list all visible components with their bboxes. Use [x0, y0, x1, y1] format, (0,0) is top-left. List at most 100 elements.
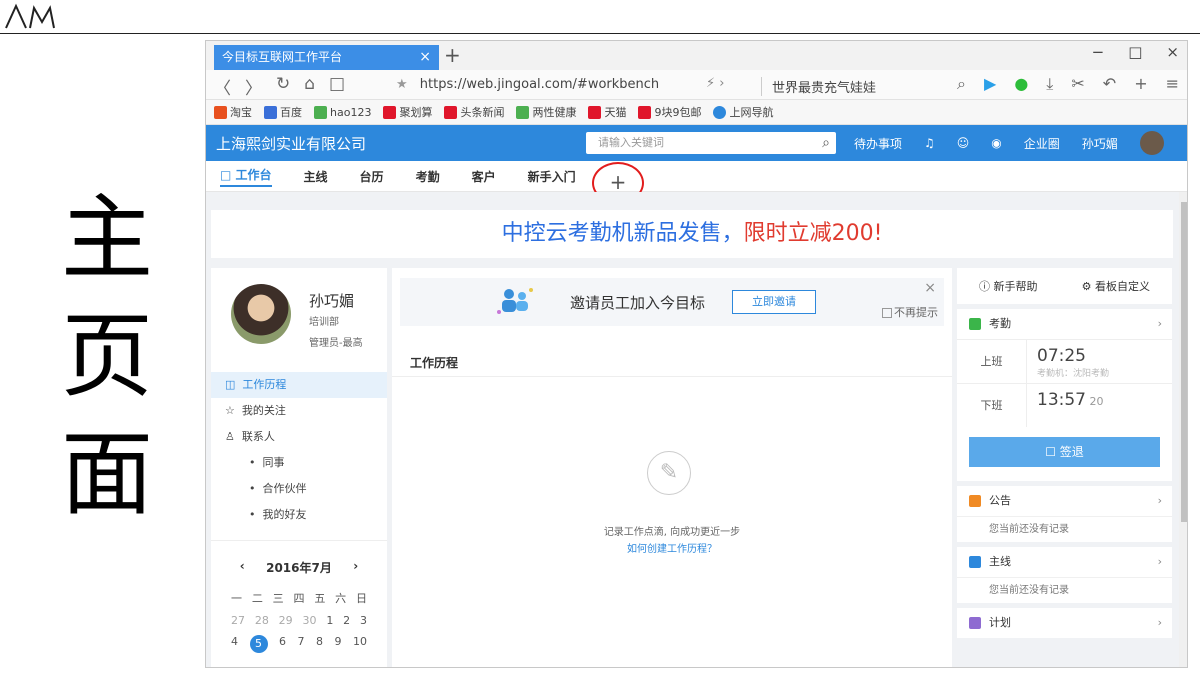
am-logo [5, 3, 55, 29]
scrollbar[interactable] [1179, 192, 1187, 667]
next-month-icon[interactable]: › [353, 559, 358, 576]
help-link[interactable]: ⓘ 新手帮助 [979, 278, 1038, 294]
sign-out-button[interactable]: ☐ 签退 [969, 437, 1160, 467]
dismiss-checkbox[interactable]: 不再提示 [882, 304, 938, 320]
url-field[interactable]: ★ https://web.jingoal.com/#workbench [396, 77, 659, 92]
tab-close-icon[interactable]: × [419, 45, 431, 70]
reload-icon[interactable]: ↻ [276, 74, 290, 99]
bookmark-item[interactable]: 9块9包邮 [638, 104, 701, 120]
chat-icon[interactable]: ● [1014, 74, 1028, 94]
video-icon[interactable]: ▶ [984, 74, 996, 94]
how-to-link[interactable]: 如何创建工作历程？ [392, 540, 952, 555]
calendar-day[interactable]: 7 [298, 635, 305, 653]
calendar-day[interactable]: 10 [353, 635, 367, 653]
reader-icon[interactable]: □ [329, 74, 345, 99]
news-icon[interactable]: ◉ [991, 136, 1001, 150]
bookmark-star-icon[interactable]: ★ [396, 77, 408, 92]
plan-header[interactable]: 计划 › [957, 608, 1172, 638]
calendar-day[interactable]: 3 [360, 614, 367, 627]
tab-calendar[interactable]: 台历 [360, 168, 384, 185]
mainline-header[interactable]: 主线 › [957, 547, 1172, 577]
search-suggestion[interactable]: 世界最贵充气娃娃 [761, 77, 876, 96]
maximize-button[interactable]: □ [1128, 43, 1142, 61]
divider [392, 376, 952, 377]
tab-customers[interactable]: 客户 [472, 168, 496, 185]
calendar-day[interactable]: 28 [255, 614, 269, 627]
speed-icon[interactable]: ⚡ › [706, 76, 724, 91]
profile-name: 孙巧媚 [309, 292, 355, 310]
sidebar-item-friends[interactable]: • 我的好友 [211, 502, 387, 528]
sidebar-item-colleagues[interactable]: • 同事 [211, 450, 387, 476]
search-icon[interactable]: ⌕ [957, 74, 966, 94]
gear-icon: ⚙ [1081, 280, 1092, 293]
side-menu: ◫ 工作历程 ☆ 我的关注 ♙ 联系人 • 同事 • 合作伙伴 • 我的好友 [211, 372, 387, 528]
tab-getting-started[interactable]: 新手入门 [528, 168, 576, 185]
bookmark-item[interactable]: 天猫 [588, 104, 626, 120]
calendar-day[interactable]: 29 [279, 614, 293, 627]
bookmark-item[interactable]: 两性健康 [516, 104, 576, 120]
tab-workbench[interactable]: □ 工作台 [220, 166, 272, 187]
calendar-day[interactable]: 4 [231, 635, 238, 653]
minimize-button[interactable]: − [1092, 43, 1105, 61]
sidebar-item-contacts[interactable]: ♙ 联系人 [211, 424, 387, 450]
tab-mainline[interactable]: 主线 [304, 168, 328, 185]
calendar-day[interactable]: 1 [326, 614, 333, 627]
back-icon[interactable]: 〈 [214, 74, 231, 99]
user-name[interactable]: 孙巧媚 [1082, 135, 1118, 152]
sidebar-item-follow[interactable]: ☆ 我的关注 [211, 398, 387, 424]
company-name[interactable]: 上海熙剑实业有限公司 [216, 133, 366, 154]
attendance-header[interactable]: 考勤 › [957, 309, 1172, 339]
message-icon[interactable]: ☺ [957, 136, 970, 150]
scrollbar-thumb[interactable] [1181, 202, 1187, 522]
home-icon[interactable]: ⌂ [304, 74, 315, 99]
calendar-day[interactable]: 27 [231, 614, 245, 627]
search-icon[interactable]: ⌕ [822, 132, 830, 154]
board-custom-link[interactable]: ⚙ 看板自定义 [1082, 278, 1150, 294]
undo-icon[interactable]: ↶ [1103, 74, 1116, 94]
add-icon[interactable]: + [1134, 74, 1147, 94]
bookmark-item[interactable]: 头条新闻 [444, 104, 504, 120]
invite-button[interactable]: 立即邀请 [732, 290, 816, 314]
enterprise-link[interactable]: 企业圈 [1024, 135, 1060, 152]
bookmark-item[interactable]: 上网导航 [713, 104, 773, 120]
close-window-button[interactable]: × [1166, 43, 1179, 61]
app-search-input[interactable]: 请输入关键词 ⌕ [586, 132, 836, 154]
edit-icon: ☐ [1045, 445, 1056, 459]
bell-icon[interactable]: ♫ [924, 136, 935, 150]
bookmark-item[interactable]: 聚划算 [383, 104, 432, 120]
bookmark-item[interactable]: hao123 [314, 105, 371, 119]
avatar[interactable] [1139, 131, 1164, 155]
bookmark-item[interactable]: 淘宝 [214, 104, 252, 120]
calendar-day[interactable]: 8 [316, 635, 323, 653]
close-icon[interactable]: × [924, 280, 936, 296]
bookmarks-bar: 淘宝 百度 hao123 聚划算 头条新闻 两性健康 天猫 9块9包邮 上网导航 [206, 100, 1187, 125]
chevron-right-icon[interactable]: › [1158, 547, 1162, 577]
avatar[interactable] [231, 284, 291, 344]
calendar-day[interactable]: 6 [279, 635, 286, 653]
sidebar-item-partners[interactable]: • 合作伙伴 [211, 476, 387, 502]
new-tab-button[interactable]: + [444, 43, 461, 67]
forward-icon[interactable]: 〉 [245, 74, 262, 99]
tab-attendance[interactable]: 考勤 [416, 168, 440, 185]
scissors-icon[interactable]: ✂ [1071, 74, 1084, 94]
prev-month-icon[interactable]: ‹ [240, 559, 245, 576]
chevron-right-icon[interactable]: › [1158, 608, 1162, 638]
chevron-right-icon[interactable]: › [1158, 309, 1162, 339]
app-search-placeholder: 请输入关键词 [598, 136, 664, 149]
bookmark-icon [516, 105, 530, 119]
promo-banner[interactable]: 中控云考勤机新品发售，限时立减200! [211, 210, 1173, 258]
calendar-today[interactable]: 5 [249, 635, 268, 653]
notice-header[interactable]: 公告 › [957, 486, 1172, 516]
calendar-day[interactable]: 9 [335, 635, 342, 653]
menu-icon[interactable]: ≡ [1166, 74, 1179, 94]
edit-icon: ✎ [647, 451, 691, 495]
bookmark-label: 9块9包邮 [654, 106, 702, 119]
browser-tab[interactable]: 今目标互联网工作平台 × [214, 45, 439, 70]
calendar-day[interactable]: 30 [302, 614, 316, 627]
bookmark-item[interactable]: 百度 [264, 104, 302, 120]
download-icon[interactable]: ⤓ [1046, 74, 1053, 94]
calendar-day[interactable]: 2 [343, 614, 350, 627]
chevron-right-icon[interactable]: › [1158, 486, 1162, 516]
todo-link[interactable]: 待办事项 [854, 135, 902, 152]
sidebar-item-history[interactable]: ◫ 工作历程 [211, 372, 387, 398]
